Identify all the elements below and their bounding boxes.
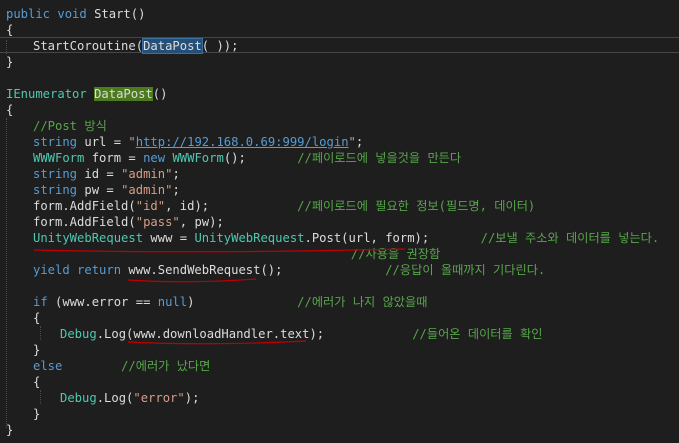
underline-sendwebrequest xyxy=(127,278,257,283)
underline-downloadhandler xyxy=(127,340,307,345)
underline-unitywebrequest xyxy=(33,248,406,253)
code-editor[interactable]: public void Start(){StartCoroutine(DataP… xyxy=(0,0,679,443)
annotation-underlines xyxy=(33,248,406,345)
